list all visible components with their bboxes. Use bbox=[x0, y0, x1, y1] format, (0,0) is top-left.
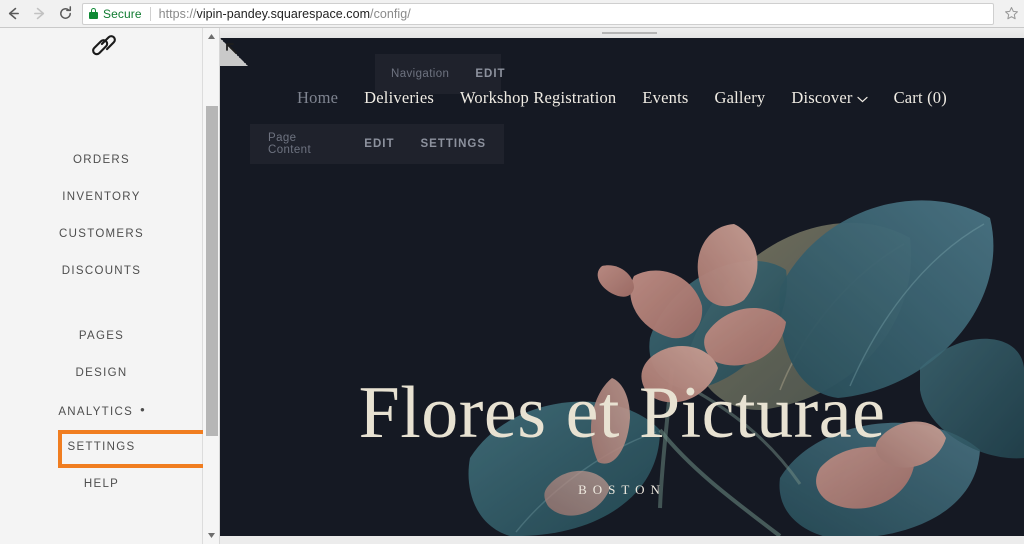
sidebar-item-design[interactable]: DESIGN bbox=[0, 355, 203, 392]
bookmark-button[interactable] bbox=[1000, 3, 1022, 25]
squarespace-logo-icon[interactable] bbox=[89, 33, 119, 59]
sidebar-item-label: ORDERS bbox=[72, 154, 130, 166]
navigation-pill-label: Navigation bbox=[391, 68, 450, 80]
browser-toolbar: Secure https://vipin-pandey.squarespace.… bbox=[0, 0, 1024, 28]
address-divider bbox=[149, 6, 151, 21]
page-content-editor-pill[interactable]: Page Content EDIT SETTINGS bbox=[250, 124, 504, 164]
sidebar-commerce-group: ORDERS INVENTORY CUSTOMERS DISCOUNTS bbox=[0, 142, 203, 290]
star-icon bbox=[1004, 6, 1018, 20]
url-text: https://vipin-pandey.squarespace.com/con… bbox=[159, 7, 411, 21]
sidebar-item-label: SETTINGS bbox=[67, 441, 136, 453]
page-content-edit-button[interactable]: EDIT bbox=[364, 138, 394, 150]
sidebar-item-label: INVENTORY bbox=[62, 191, 141, 203]
collapse-arrow-icon bbox=[226, 43, 237, 54]
site-nav-gallery[interactable]: Gallery bbox=[715, 88, 766, 108]
sidebar-item-label: CUSTOMERS bbox=[59, 228, 144, 240]
navigation-edit-button[interactable]: EDIT bbox=[475, 68, 505, 80]
scrollbar-thumb[interactable] bbox=[206, 106, 218, 436]
app-root: Secure https://vipin-pandey.squarespace.… bbox=[0, 0, 1024, 544]
sidebar-scrollbar[interactable] bbox=[203, 28, 220, 544]
floral-hero-artwork bbox=[220, 38, 1024, 536]
scroll-down-arrow-icon[interactable] bbox=[203, 527, 220, 544]
hero-section: Flores et Picturae BOSTON bbox=[220, 38, 1024, 536]
sidebar-item-label: DISCOUNTS bbox=[61, 265, 142, 277]
preview-bottom-strip bbox=[220, 536, 1024, 544]
sidebar-item-analytics[interactable]: ANALYTICS bbox=[0, 392, 203, 429]
arrow-left-icon bbox=[8, 7, 19, 20]
reload-icon bbox=[59, 6, 71, 19]
page-content-settings-button[interactable]: SETTINGS bbox=[420, 138, 486, 150]
site-nav-discover-label: Discover bbox=[791, 88, 853, 107]
url-scheme: https:// bbox=[158, 6, 197, 21]
sidebar-item-help[interactable]: HELP bbox=[0, 466, 203, 503]
sidebar-item-settings[interactable]: SETTINGS bbox=[0, 429, 203, 466]
preview-collapse-tab[interactable] bbox=[220, 38, 248, 66]
sidebar-item-discounts[interactable]: DISCOUNTS bbox=[0, 253, 203, 290]
reload-button[interactable] bbox=[52, 1, 78, 27]
sidebar-item-label: DESIGN bbox=[75, 367, 128, 379]
chevron-down-icon bbox=[856, 88, 868, 108]
site-nav-events[interactable]: Events bbox=[642, 88, 688, 108]
back-button[interactable] bbox=[0, 1, 26, 27]
forward-button[interactable] bbox=[26, 1, 52, 27]
site-preview-pane: Flores et Picturae BOSTON Home Deliverie… bbox=[220, 38, 1024, 536]
sidebar-item-label: HELP bbox=[83, 478, 120, 490]
sidebar-site-group: PAGES DESIGN ANALYTICS SETTINGS HELP bbox=[0, 318, 203, 503]
address-bar[interactable]: Secure https://vipin-pandey.squarespace.… bbox=[82, 2, 994, 25]
site-nav-cart[interactable]: Cart (0) bbox=[894, 88, 947, 108]
navigation-editor-pill[interactable]: Navigation EDIT bbox=[375, 54, 505, 94]
sidebar-item-customers[interactable]: CUSTOMERS bbox=[0, 216, 203, 253]
sidebar-item-label: ANALYTICS bbox=[58, 406, 134, 418]
site-nav-discover[interactable]: Discover bbox=[791, 88, 868, 108]
sidebar-item-orders[interactable]: ORDERS bbox=[0, 142, 203, 179]
url-host: vipin-pandey.squarespace.com bbox=[196, 6, 371, 21]
site-nav-home[interactable]: Home bbox=[297, 88, 338, 108]
drag-handle[interactable] bbox=[602, 32, 657, 34]
page-content-pill-label: Page Content bbox=[268, 132, 312, 156]
hero-subtitle: BOSTON bbox=[578, 482, 666, 497]
sidebar-item-label: PAGES bbox=[78, 330, 125, 342]
sidebar-item-inventory[interactable]: INVENTORY bbox=[0, 179, 203, 216]
lock-icon bbox=[89, 8, 98, 19]
scroll-up-arrow-icon[interactable] bbox=[203, 28, 220, 45]
url-path: /config/ bbox=[370, 6, 411, 21]
sidebar-item-pages[interactable]: PAGES bbox=[0, 318, 203, 355]
hero-title: Flores et Picturae bbox=[358, 372, 886, 454]
arrow-right-icon bbox=[33, 7, 44, 20]
site-navigation: Home Deliveries Workshop Registration Ev… bbox=[220, 88, 1024, 108]
squarespace-sidebar: ORDERS INVENTORY CUSTOMERS DISCOUNTS PAG… bbox=[0, 28, 209, 544]
security-status-label: Secure bbox=[103, 6, 142, 21]
